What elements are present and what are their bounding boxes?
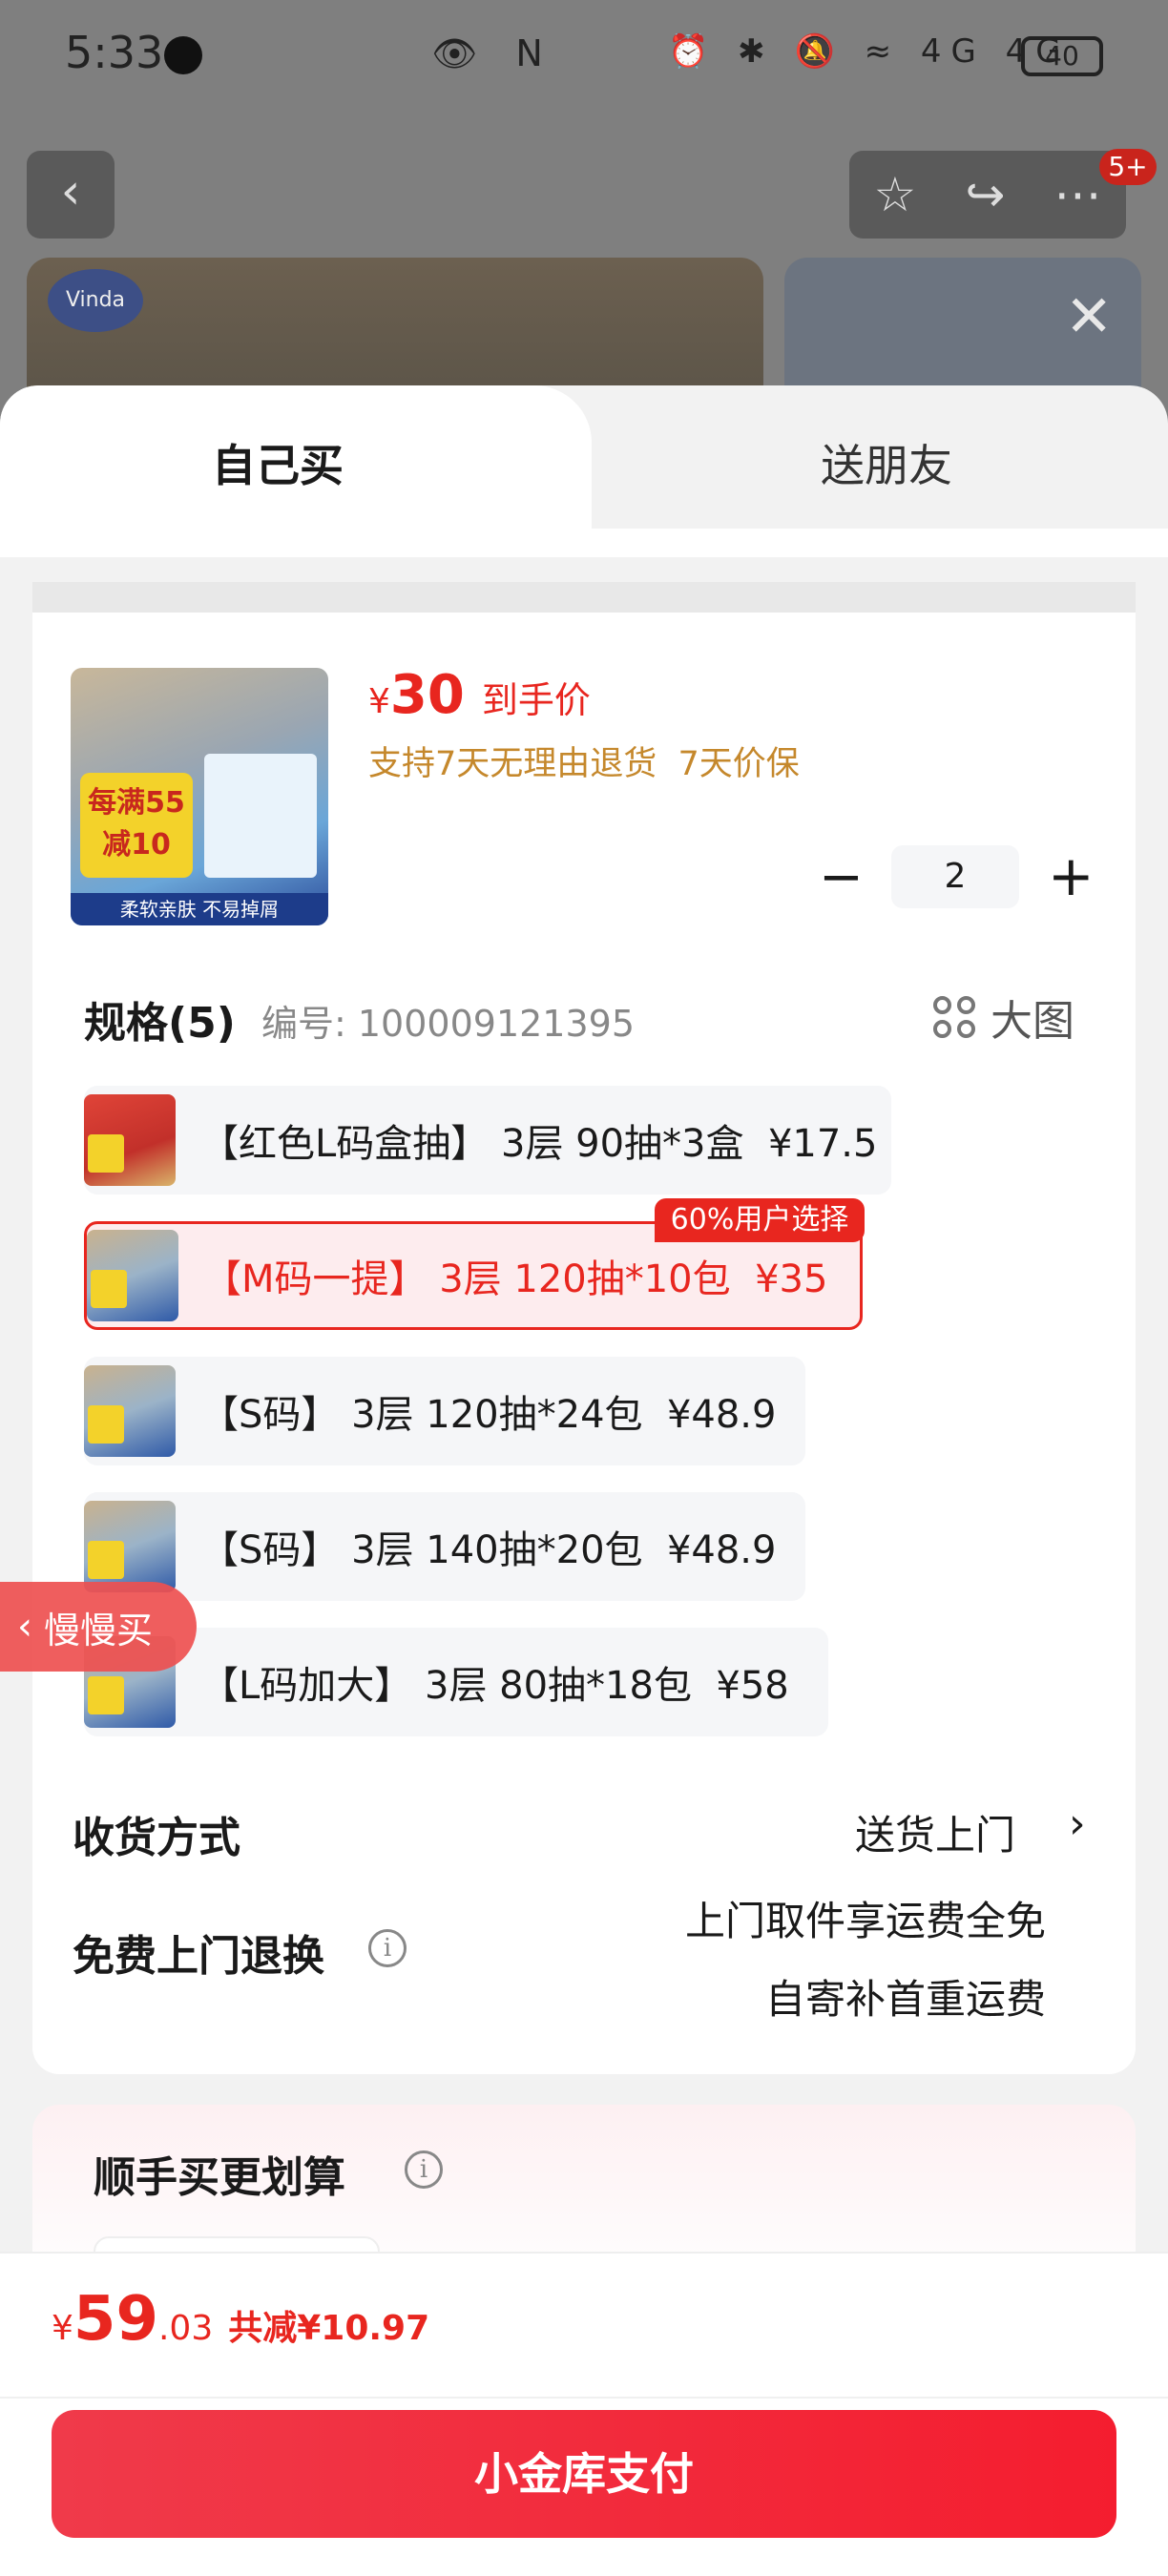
total-savings: 共减¥10.97 <box>228 2309 430 2348</box>
spec-option[interactable]: 【S码】 3层 140抽*20包 ¥48.9 <box>84 1492 805 1601</box>
product-thumbnail[interactable]: 每满55 减10 柔软亲肤 不易掉屑 <box>71 668 328 925</box>
big-picture-label: 大图 <box>991 997 1074 1046</box>
top-toolbar: ☆ ↪ ⋯ <box>849 151 1126 239</box>
delivery-method-value[interactable]: 送货上门 <box>855 1803 1015 1861</box>
addon-title: 顺手买更划算 <box>94 2153 345 2202</box>
favorite-icon[interactable]: ☆ <box>874 167 917 222</box>
thumbnail-band-text: 柔软亲肤 不易掉屑 <box>71 893 328 925</box>
quantity-input[interactable]: 2 <box>891 845 1019 908</box>
status-signal-icons: ⏰ ✱ 🔕 ≈ 4G 4G <box>668 32 1071 71</box>
slow-buy-tab[interactable]: ‹ 慢慢买 <box>0 1582 197 1672</box>
total-currency: ¥ <box>52 2309 73 2348</box>
total-price: ¥ 59 .03 共减¥10.97 <box>52 2284 429 2355</box>
purchase-sheet: 自己买 送朋友 每满55 减10 柔软亲肤 不易掉屑 ¥ 30 到手价 支持7天… <box>0 385 1168 2576</box>
share-icon[interactable]: ↪ <box>965 167 1005 222</box>
slow-buy-label: 慢慢买 <box>44 1609 154 1652</box>
price-tag: 到手价 <box>481 679 591 721</box>
product-id: 编号: 100009121395 <box>261 1003 636 1045</box>
brand-logo: Vinda <box>48 269 143 332</box>
info-icon[interactable]: i <box>405 2150 443 2189</box>
tab-self-buy-label: 自己买 <box>212 440 344 491</box>
quantity-decrease-button[interactable]: − <box>819 851 864 904</box>
price-value: 30 <box>389 664 465 726</box>
big-picture-button[interactable]: 大图 <box>933 987 1074 1048</box>
chevron-left-icon: ‹ <box>17 1605 32 1649</box>
spec-option[interactable]: 【红色L码盒抽】 3层 90抽*3盒 ¥17.5 <box>84 1086 891 1195</box>
tab-gift-friend[interactable]: 送朋友 <box>821 431 952 494</box>
return-guarantee: 支持7天无理由退货 7天价保 <box>368 745 800 783</box>
status-bar: 5:33 👁 N ⏰ ✱ 🔕 ≈ 4G 4G 40 <box>0 0 1168 114</box>
option-thumbnail <box>84 1365 176 1457</box>
option-thumbnail <box>84 1501 176 1592</box>
thumbnail-sale-text: 每满55 减10 <box>80 773 193 878</box>
spec-option-label: 【L码加大】 3层 80抽*18包 ¥58 <box>200 1664 789 1708</box>
price: ¥ 30 到手价 <box>368 664 591 726</box>
spec-option-label: 【红色L码盒抽】 3层 90抽*3盒 ¥17.5 <box>200 1122 878 1166</box>
tab-self-buy[interactable]: 自己买 <box>0 385 592 532</box>
more-icon[interactable]: ⋯ <box>1053 167 1101 222</box>
product-box-graphic <box>204 754 317 878</box>
option-thumbnail <box>84 1094 176 1186</box>
status-time: 5:33 <box>65 27 164 78</box>
close-icon[interactable]: ✕ <box>1065 288 1113 345</box>
free-return-line2: 自寄补首重运费 <box>764 1976 1046 2023</box>
spec-title: 规格(5) <box>84 999 236 1048</box>
spec-option-label: 【S码】 3层 140抽*20包 ¥48.9 <box>200 1528 777 1572</box>
status-center-icons: 👁 N <box>431 32 556 74</box>
divider-strip <box>32 582 1136 614</box>
qq-icon <box>164 36 202 74</box>
chevron-right-icon[interactable]: › <box>1069 1799 1086 1848</box>
free-return-line1: 上门取件享运费全免 <box>684 1898 1046 1944</box>
back-button[interactable]: ‹ <box>27 151 115 239</box>
total-decimal: .03 <box>157 2309 214 2348</box>
grid-icon <box>933 996 975 1038</box>
spec-option[interactable]: 【S码】 3层 120抽*24包 ¥48.9 <box>84 1357 805 1465</box>
quantity-increase-button[interactable]: + <box>1048 845 1095 906</box>
delivery-method-label: 收货方式 <box>73 1814 240 1862</box>
spec-option-label: 【M码一提】 3层 120抽*10包 ¥35 <box>203 1257 828 1301</box>
total-integer: 59 <box>73 2284 158 2355</box>
popular-badge: 60%用户选择 <box>655 1198 865 1242</box>
pay-button[interactable]: 小金库支付 <box>52 2410 1116 2538</box>
spec-option-label: 【S码】 3层 120抽*24包 ¥48.9 <box>200 1393 777 1437</box>
checkout-bar: ¥ 59 .03 共减¥10.97 小金库支付 <box>0 2252 1168 2576</box>
battery-icon: 40 <box>1021 36 1103 76</box>
free-return-label: 免费上门退换 <box>73 1932 324 1981</box>
option-thumbnail <box>87 1230 178 1321</box>
info-icon[interactable]: i <box>368 1929 407 1967</box>
price-currency: ¥ <box>368 682 390 721</box>
spec-option[interactable]: 【L码加大】 3层 80抽*18包 ¥58 <box>84 1628 828 1736</box>
notification-badge: 5+ <box>1099 149 1157 185</box>
